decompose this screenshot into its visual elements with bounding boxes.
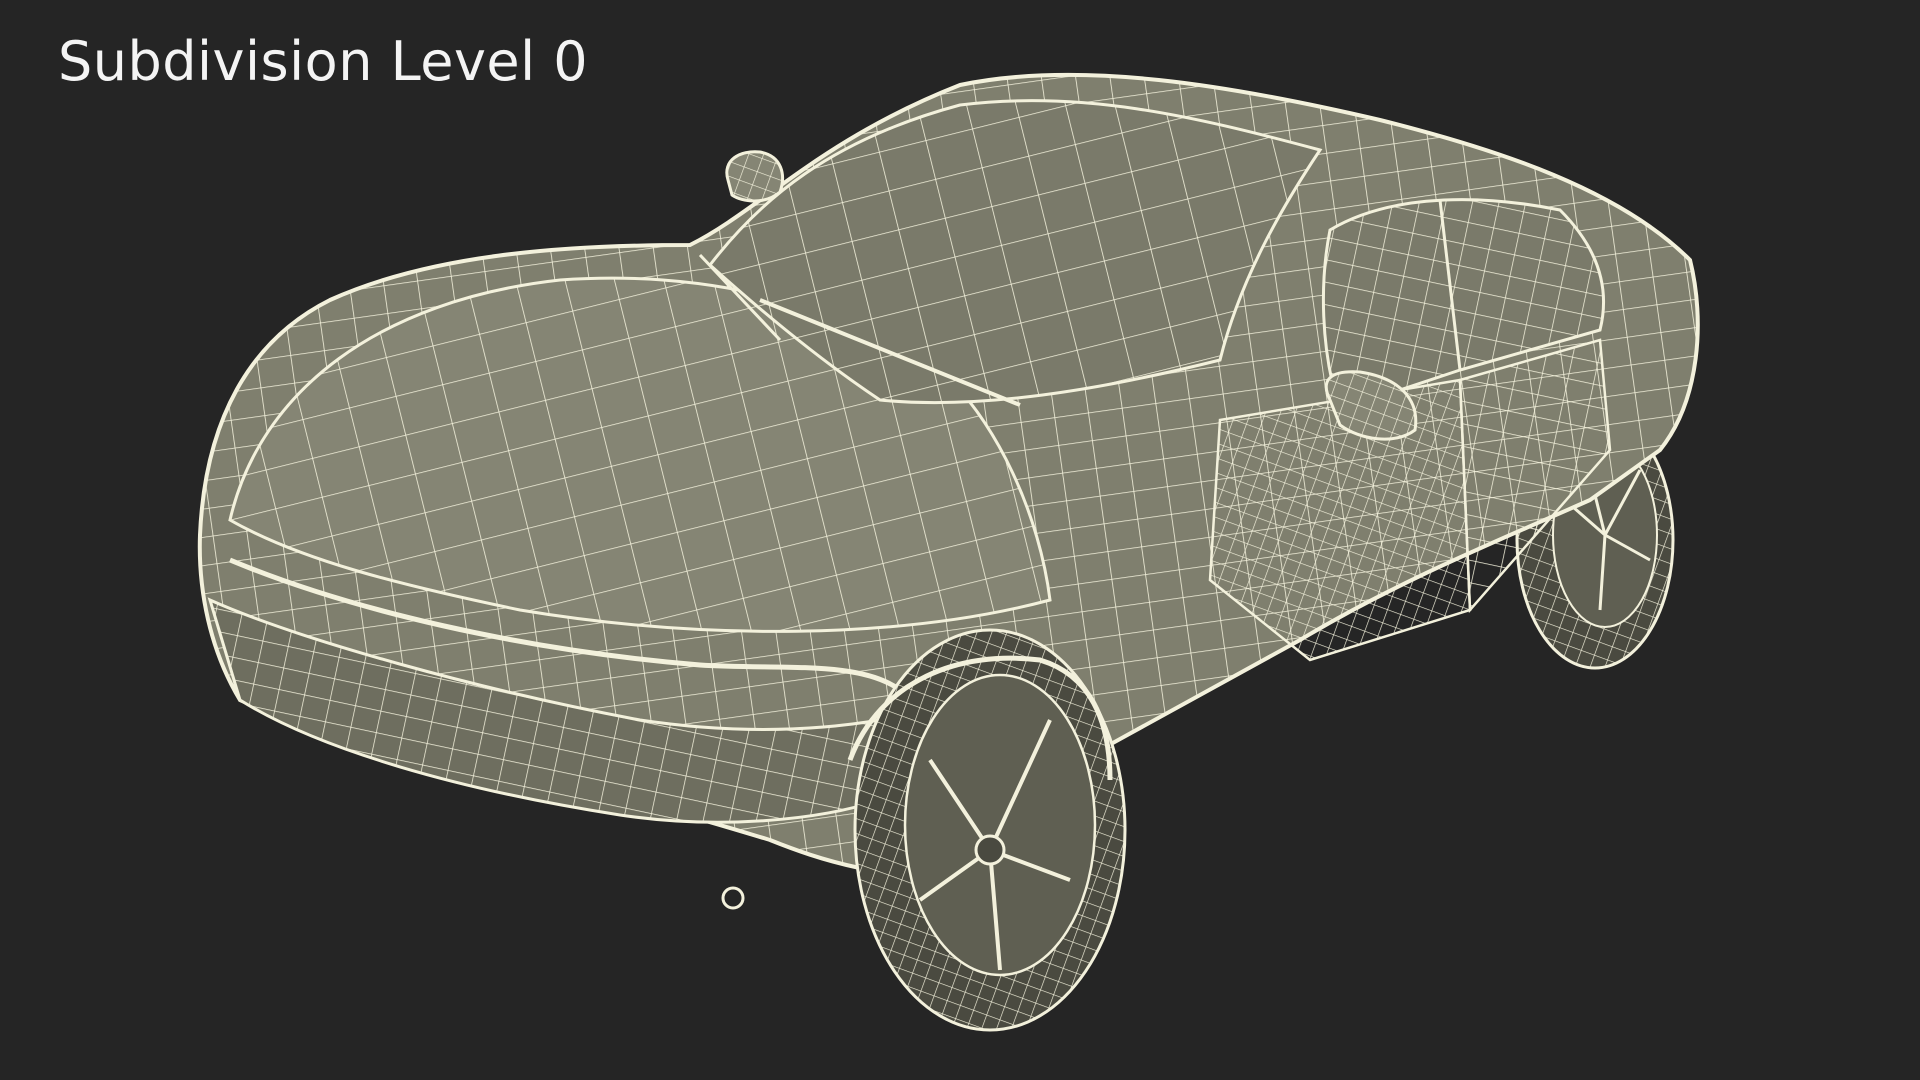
viewport: Subdivision Level 0 (0, 0, 1920, 1080)
side-mirror-left (725, 150, 784, 203)
subdivision-level-caption: Subdivision Level 0 (58, 30, 589, 93)
car-wireframe-render (197, 72, 1700, 1032)
